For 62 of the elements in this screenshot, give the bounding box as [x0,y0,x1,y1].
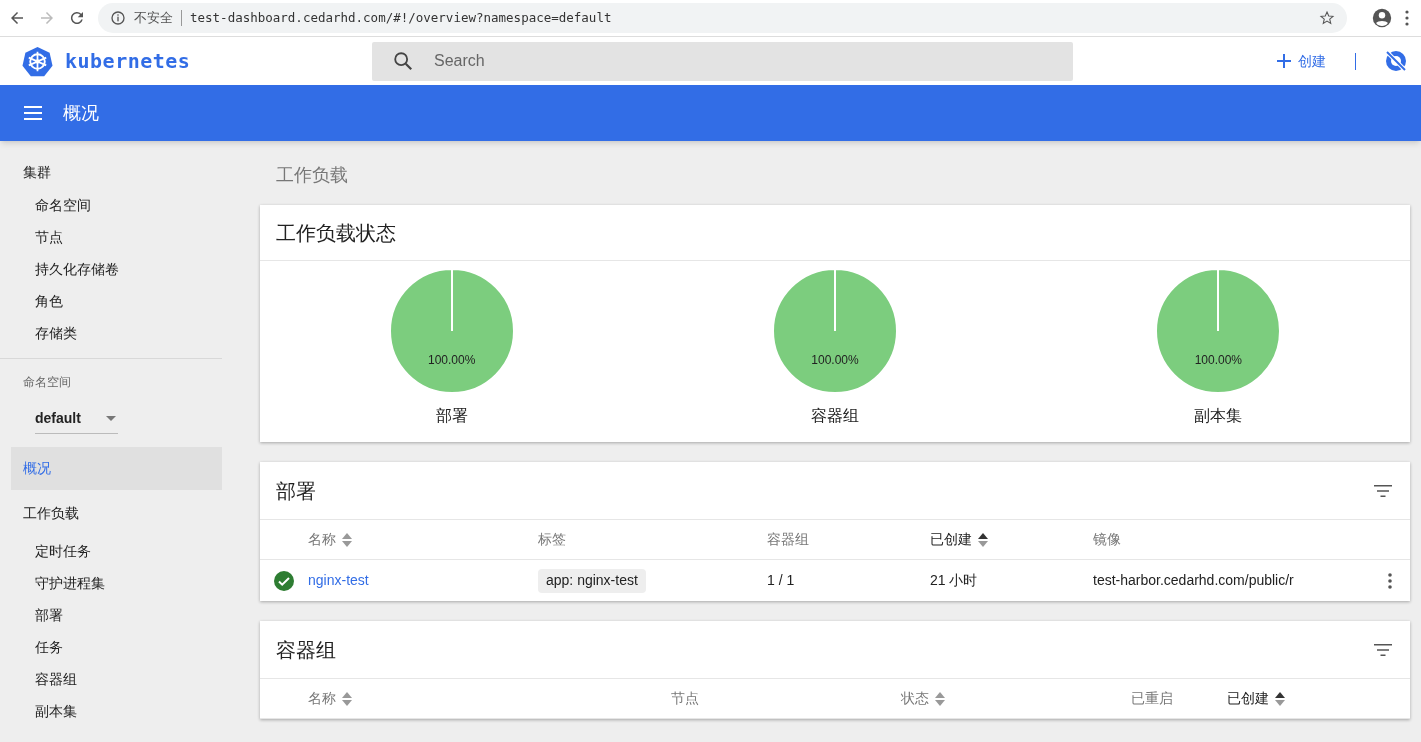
column-header[interactable]: 状态 [901,688,929,709]
card-title: 部署 [276,478,316,504]
sidebar-item[interactable]: 工作负载 [0,492,222,535]
namespace-label: 命名空间 [22,374,72,391]
plus-icon [1276,53,1292,69]
sidebar-item[interactable]: 节点 [0,221,222,253]
card-title: 工作负载状态 [260,205,1410,261]
logo-text[interactable]: kubernetes [65,46,191,76]
sidebar-item[interactable]: 任务 [0,631,222,663]
sidebar-item[interactable]: 持久化存储卷 [0,253,222,285]
sort-icon[interactable] [978,531,988,548]
data-label: 100.00% [1194,352,1242,369]
filter-icon[interactable] [1374,484,1392,497]
account-icon[interactable] [1371,7,1393,29]
info-icon[interactable] [110,10,126,26]
sort-icon[interactable] [1275,690,1285,707]
sidebar-item[interactable]: 存储类 [0,317,222,349]
column-header: 镜像 [1093,530,1121,549]
search-icon [392,50,414,72]
more-icon[interactable] [1388,572,1392,589]
chart-title: 副本集 [1194,406,1243,426]
column-header: 标签 [538,530,566,549]
more-icon[interactable] [1405,10,1409,26]
kubernetes-logo-icon[interactable] [22,45,53,77]
table-cell: 1 / 1 [767,572,795,588]
column-header[interactable]: 名称 [308,529,336,550]
column-header: 已重启 [1131,689,1173,708]
column-header[interactable]: 已创建 [1227,688,1269,709]
reload-icon[interactable] [68,9,86,27]
menu-icon[interactable] [24,106,42,120]
sync-off-icon[interactable] [1384,49,1408,73]
table-cell: test-harbor.cedarhd.com/public/r [1093,572,1294,588]
sidebar-item[interactable]: 定时任务 [0,535,222,567]
page-title: 概况 [63,101,99,125]
security-label: 不安全 [134,9,173,28]
data-label: 100.00% [811,352,859,369]
sidebar-item[interactable]: 容器组 [0,663,222,695]
card-title: 容器组 [276,637,336,663]
column-header: 节点 [671,689,699,708]
create-button[interactable]: 创建 [1276,50,1326,72]
sidebar-item[interactable]: 概况 [11,447,222,490]
caret-icon [106,416,116,421]
sidebar-item[interactable]: 守护进程集 [0,567,222,599]
chart-title: 部署 [435,406,468,426]
sidebar-item[interactable]: 命名空间 [0,189,222,221]
deployment-link[interactable]: nginx-test [308,572,369,588]
sidebar-item[interactable]: 副本集 [0,695,222,727]
sidebar-section-title[interactable]: 集群 [0,161,222,183]
label-chip: app: nginx-test [538,568,646,593]
namespace-select[interactable]: default [35,404,118,434]
url-field[interactable]: test-dashboard.cedarhd.com/#!/overview?namespace=default [190,8,1311,28]
section-title: 工作负载 [275,163,349,187]
sidebar-item[interactable]: 部署 [0,599,222,631]
chart-title: 容器组 [811,406,859,426]
sidebar-item[interactable]: 角色 [0,285,222,317]
table-cell: 21 小时 [930,572,978,588]
filter-icon[interactable] [1374,643,1392,656]
column-header: 容器组 [767,530,809,549]
data-label: 100.00% [427,352,476,369]
column-header[interactable]: 名称 [308,688,336,709]
star-icon[interactable] [1319,10,1335,26]
column-header[interactable]: 已创建 [930,529,972,550]
